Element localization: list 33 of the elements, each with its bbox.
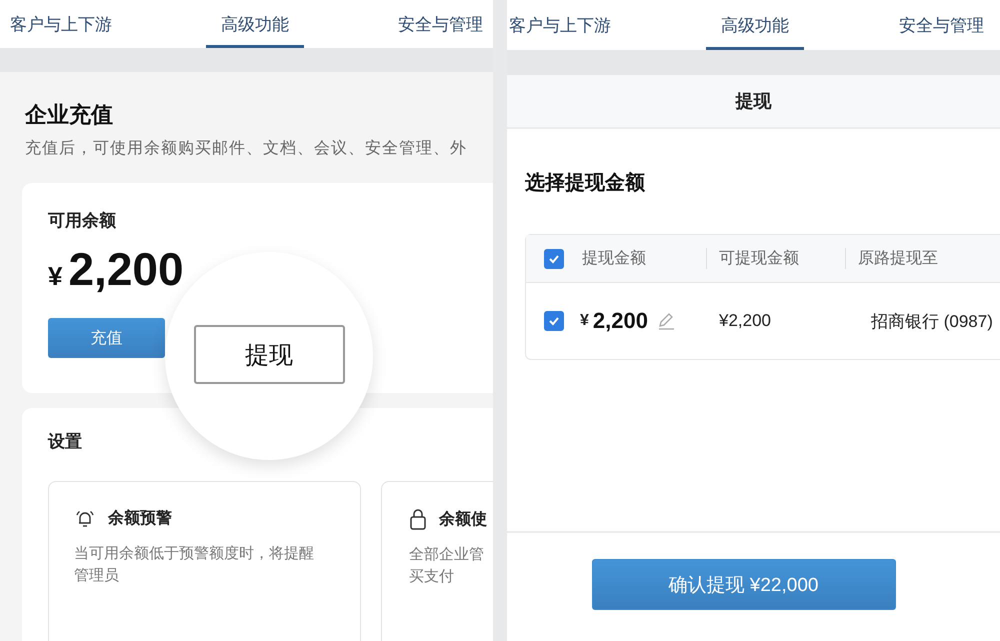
balance-amount: 2,200 xyxy=(68,242,184,296)
setting-title: 余额预警 xyxy=(108,508,172,529)
page-description: 充值后，可使用余额购买邮件、文档、会议、安全管理、外 xyxy=(25,138,468,159)
currency-symbol: ¥ xyxy=(580,312,589,330)
withdraw-amount: 2,200 xyxy=(592,308,648,334)
column-header: 原路提现至 xyxy=(858,250,938,267)
table-cell: ¥2,200 xyxy=(719,311,771,331)
checkmark-icon xyxy=(548,316,560,326)
withdraw-button[interactable]: 提现 xyxy=(194,325,344,384)
tab[interactable]: 客户与上下游 xyxy=(509,0,611,50)
recharge-button[interactable]: 充值 xyxy=(48,318,165,358)
setting-card[interactable]: 余额预警 当可用余额低于预警额度时，将提醒管理员 xyxy=(48,481,361,641)
page-title: 企业充值 xyxy=(25,101,114,129)
confirm-withdraw-button[interactable]: 确认提现 ¥22,000 xyxy=(592,559,896,610)
checkmark-icon xyxy=(548,254,560,264)
setting-description: 全部企业管买支付 xyxy=(409,545,485,587)
settings-title: 设置 xyxy=(48,431,83,453)
tab[interactable]: 客户与上下游 xyxy=(10,0,112,48)
lock-icon xyxy=(409,508,427,530)
setting-description: 当可用余额低于预警额度时，将提醒管理员 xyxy=(74,544,314,586)
section-heading: 选择提现金额 xyxy=(525,170,646,196)
bell-icon xyxy=(74,508,96,528)
sheet-title: 提现 xyxy=(736,90,772,113)
currency-symbol: ¥ xyxy=(48,261,62,292)
setting-title: 余额使 xyxy=(439,509,487,530)
table-cell-text: 招商银行 (0987) xyxy=(871,310,993,332)
tab[interactable]: 安全与管理 xyxy=(398,0,483,48)
row-checkbox[interactable] xyxy=(544,311,564,331)
select-all-checkbox[interactable] xyxy=(544,248,564,268)
column-header: 可提现金额 xyxy=(719,250,799,267)
column-header: 提现金额 xyxy=(582,250,646,267)
tab[interactable]: 安全与管理 xyxy=(899,0,984,50)
balance-label: 可用余额 xyxy=(48,210,117,232)
